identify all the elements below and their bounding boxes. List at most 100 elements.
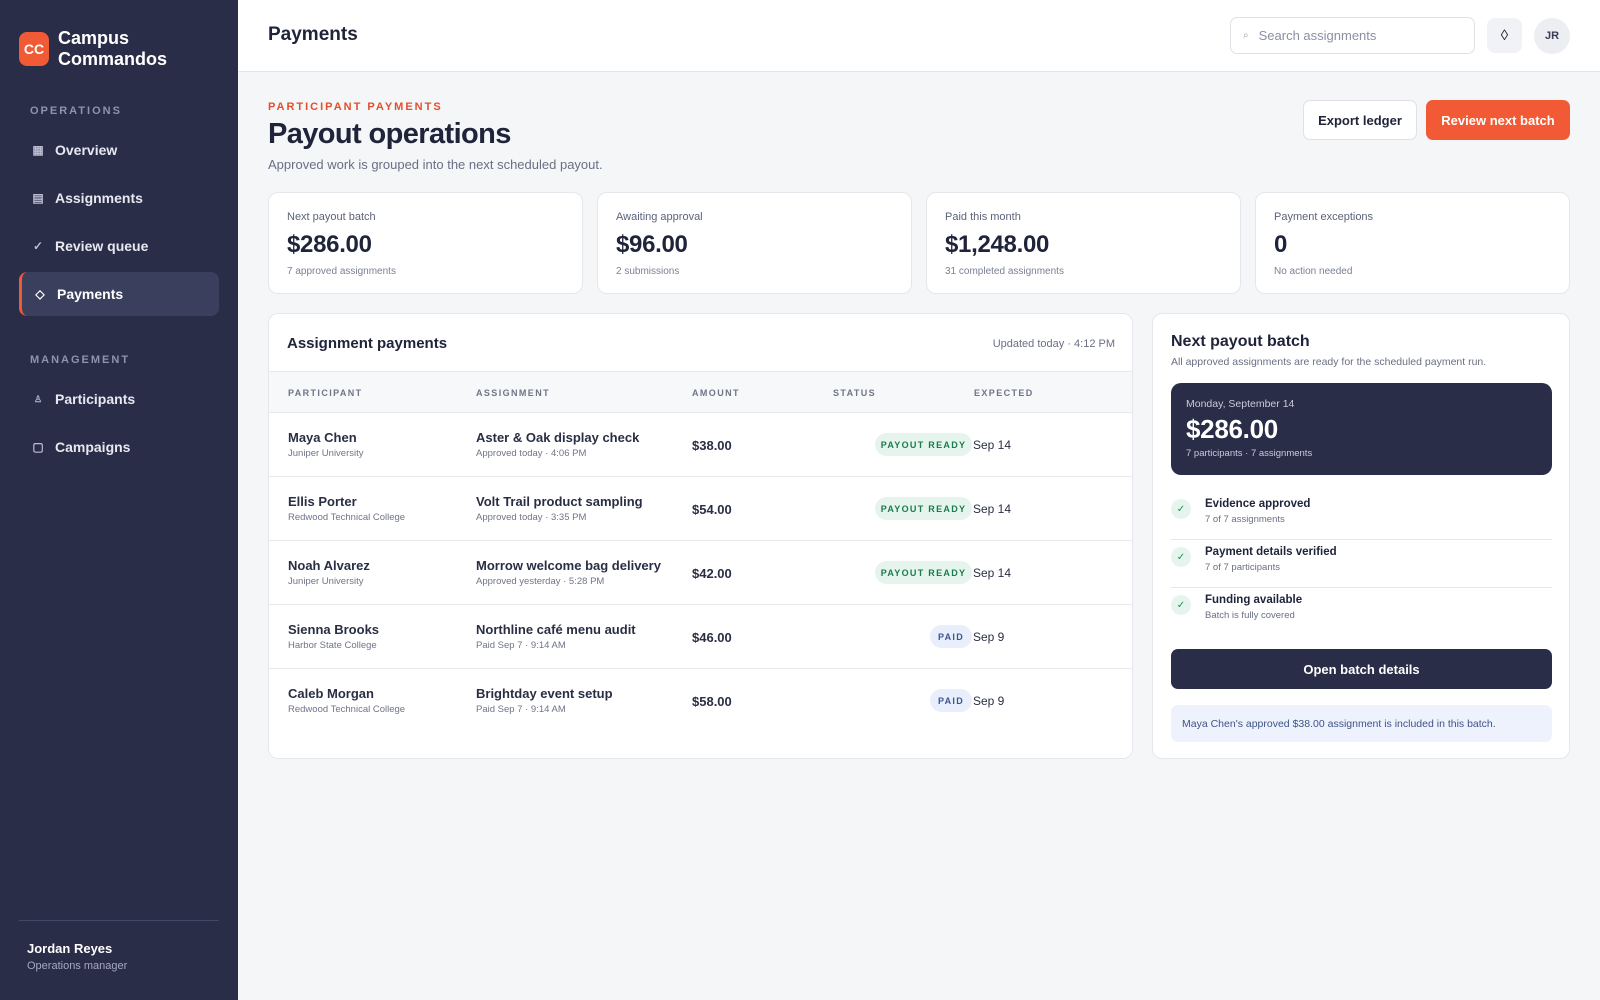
check-icon: ✓ (1171, 547, 1191, 567)
next-payout-batch-card: Next payout batch All approved assignmen… (1152, 313, 1570, 759)
stat-sub: 31 completed assignments (945, 266, 1064, 277)
status-badge: PAYOUT READY (875, 497, 972, 520)
sidebar-item-label: Payments (57, 286, 124, 302)
sidebar-item-campaigns[interactable]: ▢ Campaigns (19, 425, 219, 469)
search-box[interactable]: ⌕ (1230, 17, 1475, 54)
person-icon: ♙ (33, 393, 43, 404)
amount: $38.00 (692, 438, 732, 453)
stat-card-next-payout: Next payout batch $286.00 7 approved ass… (268, 192, 583, 294)
stat-value: $1,248.00 (945, 231, 1050, 258)
assignment-meta: Approved today · 4:06 PM (476, 448, 587, 459)
grid-icon: ▦ (32, 143, 44, 157)
assignment-meta: Approved yesterday · 5:28 PM (476, 576, 605, 587)
checklist-item: ✓ Payment details verified 7 of 7 partic… (1171, 540, 1552, 588)
checklist-title: Evidence approved (1205, 498, 1311, 510)
table-row[interactable]: Noah Alvarez Juniper University Morrow w… (269, 541, 1132, 605)
checklist-title: Funding available (1205, 594, 1303, 606)
checklist-item: ✓ Evidence approved 7 of 7 assignments (1171, 492, 1552, 540)
page-title: Payout operations (268, 118, 511, 150)
sidebar-item-payments[interactable]: ◇ Payments (19, 272, 219, 316)
assignment-name[interactable]: Aster & Oak display check (476, 430, 639, 445)
table-row[interactable]: Caleb Morgan Redwood Technical College B… (269, 669, 1132, 733)
nav-section-management: MANAGEMENT (30, 354, 131, 366)
stat-card-payment-exceptions: Payment exceptions 0 No action needed (1255, 192, 1570, 294)
diamond-icon: ◊ (1500, 27, 1509, 44)
column-header[interactable]: EXPECTED (974, 388, 1034, 398)
sidebar-item-assignments[interactable]: ▤ Assignments (19, 176, 219, 220)
amount: $54.00 (692, 502, 732, 517)
brand[interactable]: CC Campus Commandos (19, 28, 188, 70)
participant-name: Sienna Brooks (288, 622, 380, 637)
check-icon: ✓ (32, 239, 44, 253)
assignment-name[interactable]: Northline café menu audit (476, 622, 636, 637)
participant-school: Redwood Technical College (288, 704, 406, 715)
search-icon: ⌕ (1243, 30, 1249, 41)
assignment-name[interactable]: Volt Trail product sampling (476, 494, 643, 509)
participant-name: Caleb Morgan (288, 686, 374, 701)
batch-summary: Monday, September 14 $286.00 7 participa… (1171, 383, 1552, 475)
checklist-title: Payment details verified (1205, 546, 1337, 558)
expected-date: Sep 9 (973, 630, 1005, 644)
diamond-icon: ◇ (35, 287, 45, 301)
export-ledger-button[interactable]: Export ledger (1303, 100, 1417, 140)
assignment-meta: Approved today · 3:35 PM (476, 512, 587, 523)
diamond-icon-button[interactable]: ◊ (1487, 18, 1522, 53)
column-header[interactable]: ASSIGNMENT (476, 388, 550, 398)
avatar[interactable]: JR (1534, 18, 1570, 54)
brand-logo: CC (19, 32, 49, 66)
table-title: Assignment payments (287, 335, 448, 352)
expected-date: Sep 14 (973, 438, 1012, 452)
stat-sub: 7 approved assignments (287, 266, 396, 277)
brand-name: Campus Commandos (58, 28, 168, 69)
stat-label: Next payout batch (287, 211, 376, 223)
batch-date: Monday, September 14 (1186, 398, 1295, 410)
sidebar-divider (19, 920, 219, 921)
batch-meta: 7 participants · 7 assignments (1186, 448, 1313, 459)
expected-date: Sep 14 (973, 502, 1012, 516)
open-batch-details-button[interactable]: Open batch details (1171, 649, 1552, 689)
checklist-sub: Batch is fully covered (1205, 610, 1295, 621)
column-header[interactable]: PARTICIPANT (288, 388, 363, 398)
nav-section-operations: OPERATIONS (30, 105, 122, 117)
column-header[interactable]: AMOUNT (692, 388, 740, 398)
stat-card-paid-this-month: Paid this month $1,248.00 31 completed a… (926, 192, 1241, 294)
table-row[interactable]: Maya Chen Juniper University Aster & Oak… (269, 413, 1132, 477)
user-role: Operations manager (27, 960, 128, 972)
checklist-sub: 7 of 7 assignments (1205, 514, 1285, 525)
participant-school: Redwood Technical College (288, 512, 406, 523)
status-badge: PAYOUT READY (875, 561, 972, 584)
participant-school: Juniper University (288, 448, 364, 459)
sidebar-item-overview[interactable]: ▦ Overview (19, 128, 219, 172)
batch-amount: $286.00 (1186, 414, 1278, 444)
amount: $46.00 (692, 630, 732, 645)
assignment-meta: Paid Sep 7 · 9:14 AM (476, 640, 566, 651)
updated-timestamp: Updated today · 4:12 PM (992, 338, 1115, 350)
table-row[interactable]: Sienna Brooks Harbor State College North… (269, 605, 1132, 669)
sidebar-item-label: Overview (55, 142, 118, 158)
sidebar-item-label: Participants (55, 391, 136, 407)
batch-subtitle: All approved assignments are ready for t… (1171, 356, 1487, 368)
stat-label: Payment exceptions (1274, 211, 1374, 223)
assignment-name[interactable]: Morrow welcome bag delivery (476, 558, 661, 573)
user-name[interactable]: Jordan Reyes (27, 941, 112, 956)
stat-value: $96.00 (616, 231, 688, 258)
check-icon: ✓ (1171, 499, 1191, 519)
column-header[interactable]: STATUS (833, 388, 876, 398)
sidebar: CC Campus Commandos OPERATIONS ▦ Overvie… (0, 0, 238, 1000)
square-icon: ▢ (32, 440, 44, 454)
stat-card-awaiting-approval: Awaiting approval $96.00 2 submissions (597, 192, 912, 294)
batch-note: Maya Chen's approved $38.00 assignment i… (1171, 705, 1552, 742)
checklist-item: ✓ Funding available Batch is fully cover… (1171, 588, 1552, 636)
amount: $42.00 (692, 566, 732, 581)
review-next-batch-button[interactable]: Review next batch (1426, 100, 1570, 140)
assignment-name[interactable]: Brightday event setup (476, 686, 613, 701)
sidebar-item-review-queue[interactable]: ✓ Review queue (19, 224, 219, 268)
stat-label: Paid this month (945, 211, 1021, 223)
expected-date: Sep 14 (973, 566, 1012, 580)
status-badge: PAYOUT READY (875, 433, 972, 456)
table-row[interactable]: Ellis Porter Redwood Technical College V… (269, 477, 1132, 541)
stat-sub: 2 submissions (616, 266, 680, 277)
search-input[interactable] (1258, 28, 1449, 43)
sidebar-item-participants[interactable]: ♙ Participants (19, 377, 219, 421)
participant-name: Noah Alvarez (288, 558, 370, 573)
